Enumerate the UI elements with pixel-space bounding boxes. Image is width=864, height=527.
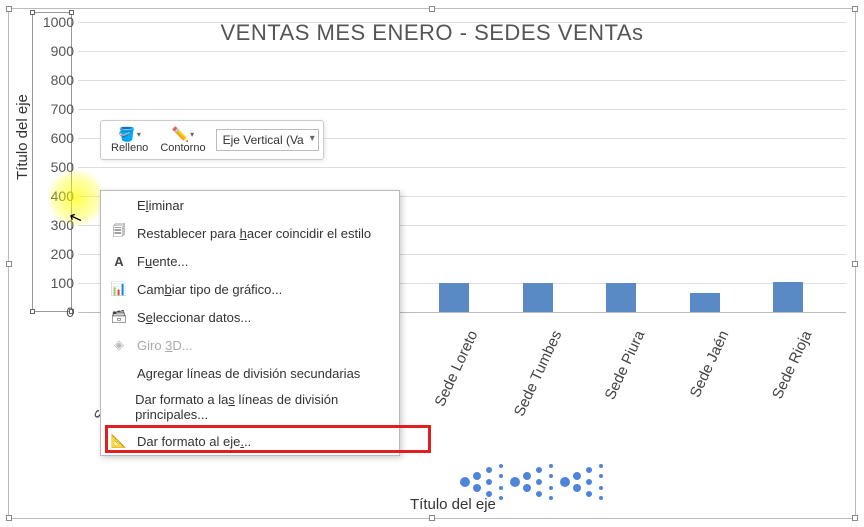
select-data-icon: 🗃 [109,308,129,326]
y-tick-label: 0 [32,304,74,320]
bar[interactable] [439,283,469,312]
y-tick-label: 500 [32,159,74,175]
rotate-3d-icon: ◈ [109,336,129,354]
y-tick-label: 800 [32,72,74,88]
reset-icon: 🗐 [109,224,129,242]
y-tick-label: 600 [32,130,74,146]
blank-icon [109,364,129,382]
menu-change-chart-type[interactable]: 📊 Cambiar tipo de gráfico... [101,275,399,303]
y-tick-label: 700 [32,101,74,117]
y-tick-label: 100 [32,275,74,291]
bar[interactable] [523,283,553,312]
y-tick-label: 1000 [32,14,74,30]
outline-icon: ✏️▾ [172,126,194,142]
context-menu: Eliminar 🗐 Restablecer para hacer coinci… [100,190,400,456]
menu-delete[interactable]: Eliminar [101,191,399,219]
x-axis-title[interactable]: Título del eje [410,496,496,513]
menu-add-minor-gridlines[interactable]: Agregar líneas de división secundarias [101,359,399,387]
format-axis-icon: 📐 [109,432,129,450]
y-axis-ticks: 01002003004005006007008009001000 [32,22,74,312]
menu-format-major-gridlines[interactable]: Dar formato a las líneas de división pri… [101,387,399,427]
fill-icon: 🪣▾ [118,126,140,142]
outline-label: Contorno [160,142,205,154]
y-tick-label: 400 [32,188,74,204]
y-tick-label: 200 [32,246,74,262]
y-tick-label: 900 [32,43,74,59]
x-category-label: Sede Jaén [674,328,732,426]
blank-icon [109,196,129,214]
menu-reset-style[interactable]: 🗐 Restablecer para hacer coincidir el es… [101,219,399,247]
font-icon: A [109,252,129,270]
x-category-label: Sede Piura [591,328,649,426]
blank-icon [109,398,127,416]
bar[interactable] [773,282,803,312]
menu-format-axis[interactable]: 📐 Dar formato al eje... [101,427,399,455]
y-tick-label: 300 [32,217,74,233]
fill-label: Relleno [111,142,148,154]
y-axis-title[interactable]: Título del eje [14,94,31,180]
bar[interactable] [606,283,636,312]
fill-button[interactable]: 🪣▾ Relleno [105,124,154,156]
outline-button[interactable]: ✏️▾ Contorno [154,124,211,156]
mini-toolbar: 🪣▾ Relleno ✏️▾ Contorno Eje Vertical (Va [100,120,324,160]
chart-element-dropdown[interactable]: Eje Vertical (Va [216,129,319,151]
chart-type-icon: 📊 [109,280,129,298]
menu-3d-rotation: ◈ Giro 3D... [101,331,399,359]
menu-font[interactable]: A Fuente... [101,247,399,275]
bar[interactable] [690,293,720,312]
x-category-label: Sede Tumbes [507,328,565,426]
x-category-label: Sede Loreto [424,328,482,426]
menu-select-data[interactable]: 🗃 Seleccionar datos... [101,303,399,331]
x-category-label: Sede Rioja [758,328,816,426]
